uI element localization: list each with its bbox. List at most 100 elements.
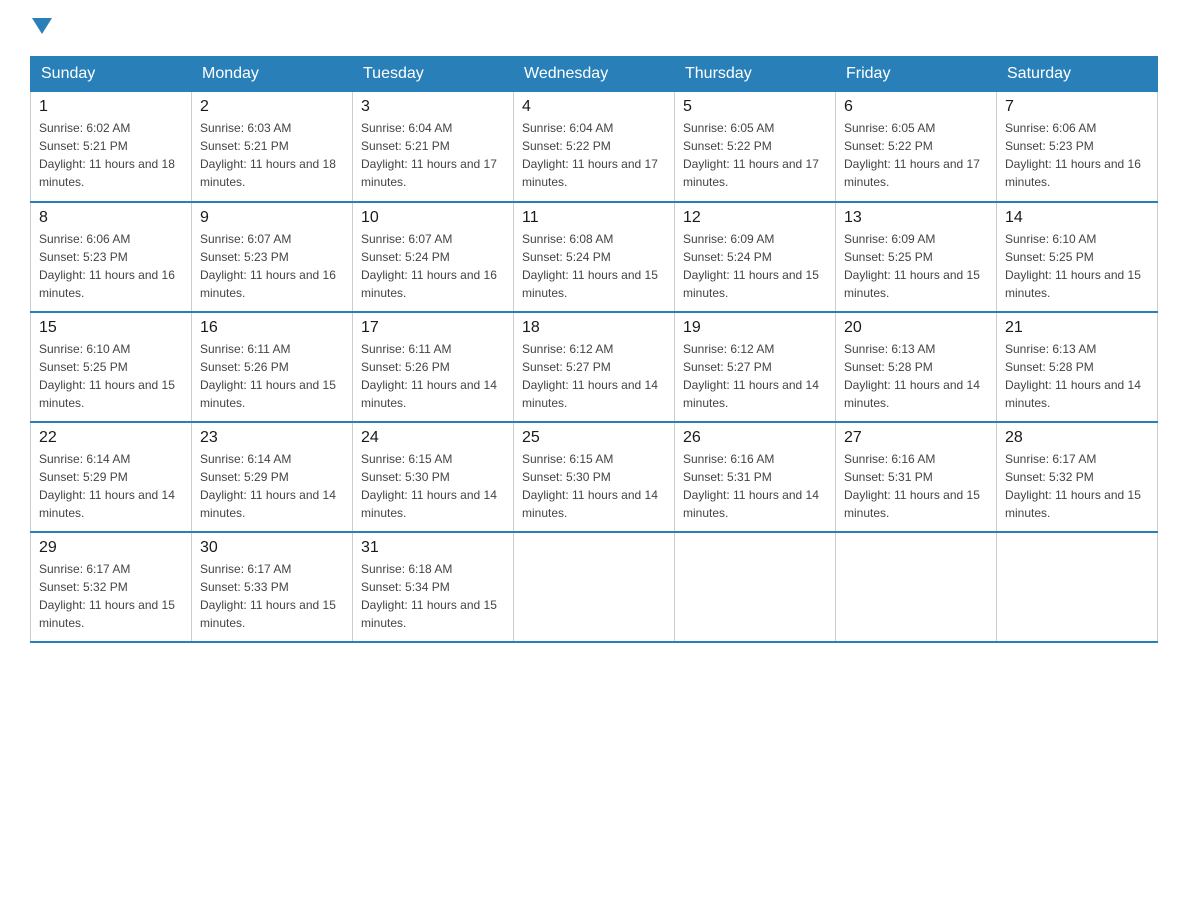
day-info: Sunrise: 6:15 AM Sunset: 5:30 PM Dayligh… [522,450,666,522]
calendar-cell: 24 Sunrise: 6:15 AM Sunset: 5:30 PM Dayl… [353,422,514,532]
day-info: Sunrise: 6:14 AM Sunset: 5:29 PM Dayligh… [39,450,183,522]
day-number: 12 [683,209,827,227]
day-info: Sunrise: 6:02 AM Sunset: 5:21 PM Dayligh… [39,119,183,191]
calendar-cell [675,532,836,642]
day-number: 31 [361,539,505,557]
weekday-header-wednesday: Wednesday [514,57,675,92]
day-info: Sunrise: 6:16 AM Sunset: 5:31 PM Dayligh… [844,450,988,522]
calendar-cell: 13 Sunrise: 6:09 AM Sunset: 5:25 PM Dayl… [836,202,997,312]
calendar-cell: 31 Sunrise: 6:18 AM Sunset: 5:34 PM Dayl… [353,532,514,642]
weekday-header-thursday: Thursday [675,57,836,92]
day-number: 13 [844,209,988,227]
day-number: 8 [39,209,183,227]
day-info: Sunrise: 6:16 AM Sunset: 5:31 PM Dayligh… [683,450,827,522]
weekday-header-sunday: Sunday [31,57,192,92]
calendar-cell: 26 Sunrise: 6:16 AM Sunset: 5:31 PM Dayl… [675,422,836,532]
day-number: 19 [683,319,827,337]
calendar-cell: 6 Sunrise: 6:05 AM Sunset: 5:22 PM Dayli… [836,92,997,202]
day-info: Sunrise: 6:06 AM Sunset: 5:23 PM Dayligh… [39,230,183,302]
calendar-cell: 8 Sunrise: 6:06 AM Sunset: 5:23 PM Dayli… [31,202,192,312]
calendar-table: SundayMondayTuesdayWednesdayThursdayFrid… [30,56,1158,643]
day-number: 22 [39,429,183,447]
day-info: Sunrise: 6:06 AM Sunset: 5:23 PM Dayligh… [1005,119,1149,191]
day-info: Sunrise: 6:10 AM Sunset: 5:25 PM Dayligh… [1005,230,1149,302]
day-number: 6 [844,98,988,116]
calendar-cell: 25 Sunrise: 6:15 AM Sunset: 5:30 PM Dayl… [514,422,675,532]
weekday-header-saturday: Saturday [997,57,1158,92]
day-number: 10 [361,209,505,227]
day-number: 21 [1005,319,1149,337]
weekday-header-monday: Monday [192,57,353,92]
week-row-5: 29 Sunrise: 6:17 AM Sunset: 5:32 PM Dayl… [31,532,1158,642]
calendar-cell: 19 Sunrise: 6:12 AM Sunset: 5:27 PM Dayl… [675,312,836,422]
day-number: 28 [1005,429,1149,447]
weekday-header-row: SundayMondayTuesdayWednesdayThursdayFrid… [31,57,1158,92]
week-row-2: 8 Sunrise: 6:06 AM Sunset: 5:23 PM Dayli… [31,202,1158,312]
day-number: 9 [200,209,344,227]
calendar-cell: 16 Sunrise: 6:11 AM Sunset: 5:26 PM Dayl… [192,312,353,422]
logo [30,20,52,36]
day-info: Sunrise: 6:17 AM Sunset: 5:32 PM Dayligh… [39,560,183,632]
day-number: 20 [844,319,988,337]
day-info: Sunrise: 6:17 AM Sunset: 5:32 PM Dayligh… [1005,450,1149,522]
day-info: Sunrise: 6:12 AM Sunset: 5:27 PM Dayligh… [522,340,666,412]
weekday-header-friday: Friday [836,57,997,92]
weekday-header-tuesday: Tuesday [353,57,514,92]
day-number: 30 [200,539,344,557]
calendar-cell: 30 Sunrise: 6:17 AM Sunset: 5:33 PM Dayl… [192,532,353,642]
day-info: Sunrise: 6:04 AM Sunset: 5:21 PM Dayligh… [361,119,505,191]
day-number: 25 [522,429,666,447]
week-row-3: 15 Sunrise: 6:10 AM Sunset: 5:25 PM Dayl… [31,312,1158,422]
day-number: 5 [683,98,827,116]
day-number: 15 [39,319,183,337]
day-number: 26 [683,429,827,447]
calendar-cell: 20 Sunrise: 6:13 AM Sunset: 5:28 PM Dayl… [836,312,997,422]
calendar-cell: 2 Sunrise: 6:03 AM Sunset: 5:21 PM Dayli… [192,92,353,202]
day-info: Sunrise: 6:11 AM Sunset: 5:26 PM Dayligh… [200,340,344,412]
calendar-cell: 10 Sunrise: 6:07 AM Sunset: 5:24 PM Dayl… [353,202,514,312]
day-info: Sunrise: 6:13 AM Sunset: 5:28 PM Dayligh… [1005,340,1149,412]
calendar-cell: 12 Sunrise: 6:09 AM Sunset: 5:24 PM Dayl… [675,202,836,312]
calendar-cell: 18 Sunrise: 6:12 AM Sunset: 5:27 PM Dayl… [514,312,675,422]
day-number: 23 [200,429,344,447]
week-row-1: 1 Sunrise: 6:02 AM Sunset: 5:21 PM Dayli… [31,92,1158,202]
day-number: 4 [522,98,666,116]
day-number: 3 [361,98,505,116]
day-number: 11 [522,209,666,227]
week-row-4: 22 Sunrise: 6:14 AM Sunset: 5:29 PM Dayl… [31,422,1158,532]
calendar-cell [997,532,1158,642]
calendar-cell: 3 Sunrise: 6:04 AM Sunset: 5:21 PM Dayli… [353,92,514,202]
day-number: 7 [1005,98,1149,116]
day-info: Sunrise: 6:17 AM Sunset: 5:33 PM Dayligh… [200,560,344,632]
calendar-cell [514,532,675,642]
day-info: Sunrise: 6:09 AM Sunset: 5:25 PM Dayligh… [844,230,988,302]
calendar-cell: 5 Sunrise: 6:05 AM Sunset: 5:22 PM Dayli… [675,92,836,202]
day-number: 24 [361,429,505,447]
day-info: Sunrise: 6:18 AM Sunset: 5:34 PM Dayligh… [361,560,505,632]
day-info: Sunrise: 6:12 AM Sunset: 5:27 PM Dayligh… [683,340,827,412]
day-number: 1 [39,98,183,116]
day-info: Sunrise: 6:07 AM Sunset: 5:24 PM Dayligh… [361,230,505,302]
calendar-cell: 29 Sunrise: 6:17 AM Sunset: 5:32 PM Dayl… [31,532,192,642]
calendar-cell [836,532,997,642]
day-info: Sunrise: 6:14 AM Sunset: 5:29 PM Dayligh… [200,450,344,522]
calendar-cell: 23 Sunrise: 6:14 AM Sunset: 5:29 PM Dayl… [192,422,353,532]
calendar-cell: 11 Sunrise: 6:08 AM Sunset: 5:24 PM Dayl… [514,202,675,312]
calendar-cell: 4 Sunrise: 6:04 AM Sunset: 5:22 PM Dayli… [514,92,675,202]
day-number: 17 [361,319,505,337]
day-number: 18 [522,319,666,337]
day-info: Sunrise: 6:07 AM Sunset: 5:23 PM Dayligh… [200,230,344,302]
calendar-cell: 1 Sunrise: 6:02 AM Sunset: 5:21 PM Dayli… [31,92,192,202]
calendar-cell: 14 Sunrise: 6:10 AM Sunset: 5:25 PM Dayl… [997,202,1158,312]
day-number: 16 [200,319,344,337]
day-info: Sunrise: 6:09 AM Sunset: 5:24 PM Dayligh… [683,230,827,302]
day-info: Sunrise: 6:15 AM Sunset: 5:30 PM Dayligh… [361,450,505,522]
day-info: Sunrise: 6:08 AM Sunset: 5:24 PM Dayligh… [522,230,666,302]
header [30,20,1158,36]
day-number: 27 [844,429,988,447]
day-number: 2 [200,98,344,116]
calendar-cell: 21 Sunrise: 6:13 AM Sunset: 5:28 PM Dayl… [997,312,1158,422]
day-info: Sunrise: 6:05 AM Sunset: 5:22 PM Dayligh… [683,119,827,191]
calendar-cell: 15 Sunrise: 6:10 AM Sunset: 5:25 PM Dayl… [31,312,192,422]
calendar-cell: 28 Sunrise: 6:17 AM Sunset: 5:32 PM Dayl… [997,422,1158,532]
